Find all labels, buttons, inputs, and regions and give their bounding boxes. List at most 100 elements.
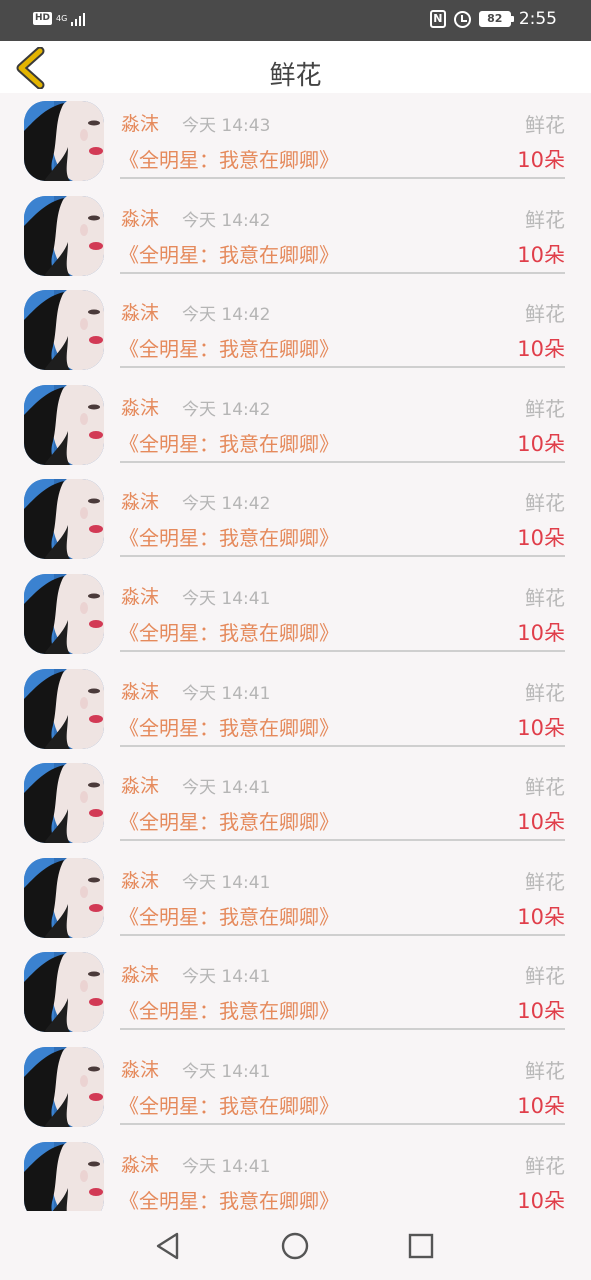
gift-type: 鲜花 bbox=[525, 1058, 565, 1083]
avatar[interactable] bbox=[24, 101, 104, 181]
page-title: 鲜花 bbox=[269, 61, 322, 91]
divider bbox=[120, 460, 565, 463]
sender-name[interactable]: 淼沫 bbox=[121, 582, 159, 609]
list-item[interactable]: 淼沫 今天 14:42 鲜花 《全明星：我意在卿卿》 10朵 bbox=[0, 471, 591, 566]
divider bbox=[120, 933, 565, 936]
gift-time: 今天 14:41 bbox=[182, 1156, 271, 1177]
nav-home-button[interactable] bbox=[280, 1231, 310, 1261]
list-item[interactable]: 淼沫 今天 14:41 鲜花 《全明星：我意在卿卿》 10朵 bbox=[0, 566, 591, 661]
home-circle-icon bbox=[281, 1232, 309, 1260]
alarm-icon bbox=[453, 10, 471, 28]
work-title-link[interactable]: 《全明星：我意在卿卿》 bbox=[119, 712, 339, 741]
status-time: 2:55 bbox=[518, 9, 557, 29]
gift-time: 今天 14:41 bbox=[182, 683, 271, 704]
work-title-link[interactable]: 《全明星：我意在卿卿》 bbox=[119, 333, 339, 362]
avatar[interactable] bbox=[24, 384, 104, 465]
avatar[interactable] bbox=[24, 952, 104, 1033]
gift-count: 10朵 bbox=[517, 1093, 565, 1118]
list-item[interactable]: 淼沫 今天 14:41 鲜花 《全明星：我意在卿卿》 10朵 bbox=[0, 661, 591, 756]
divider bbox=[120, 555, 565, 558]
gift-count: 10朵 bbox=[517, 431, 565, 456]
sender-name[interactable]: 淼沫 bbox=[121, 677, 159, 704]
status-bar: HD 4G N 82 2:55 bbox=[0, 0, 591, 41]
list-item[interactable]: 淼沫 今天 14:43 鲜花 《全明星：我意在卿卿》 10朵 bbox=[0, 93, 591, 188]
list-item[interactable]: 淼沫 今天 14:41 鲜花 《全明星：我意在卿卿》 10朵 bbox=[0, 755, 591, 850]
list-item[interactable]: 淼沫 今天 14:42 鲜花 《全明星：我意在卿卿》 10朵 bbox=[0, 377, 591, 472]
sender-name[interactable]: 淼沫 bbox=[121, 960, 159, 987]
avatar[interactable] bbox=[24, 668, 104, 749]
gift-type: 鲜花 bbox=[525, 964, 565, 989]
work-title-link[interactable]: 《全明星：我意在卿卿》 bbox=[119, 1185, 339, 1211]
divider bbox=[120, 744, 565, 747]
flower-record-list[interactable]: 淼沫 今天 14:43 鲜花 《全明星：我意在卿卿》 10朵 淼沫 今天 14:… bbox=[0, 93, 591, 1211]
gift-count: 10朵 bbox=[517, 715, 565, 740]
recents-square-icon bbox=[408, 1233, 434, 1259]
work-title-link[interactable]: 《全明星：我意在卿卿》 bbox=[119, 428, 339, 457]
list-item[interactable]: 淼沫 今天 14:41 鲜花 《全明星：我意在卿卿》 10朵 bbox=[0, 1039, 591, 1134]
work-title-link[interactable]: 《全明星：我意在卿卿》 bbox=[119, 995, 339, 1024]
avatar[interactable] bbox=[24, 763, 104, 844]
battery-icon: 82 bbox=[478, 11, 514, 27]
work-title-link[interactable]: 《全明星：我意在卿卿》 bbox=[119, 522, 339, 551]
gift-time: 今天 14:41 bbox=[182, 967, 271, 988]
list-item[interactable]: 淼沫 今天 14:41 鲜花 《全明星：我意在卿卿》 10朵 bbox=[0, 850, 591, 945]
work-title-link[interactable]: 《全明星：我意在卿卿》 bbox=[119, 239, 339, 268]
signal-icon bbox=[71, 11, 86, 26]
gift-type: 鲜花 bbox=[525, 869, 565, 894]
gift-time: 今天 14:42 bbox=[182, 399, 271, 420]
avatar[interactable] bbox=[24, 857, 104, 938]
sender-name[interactable]: 淼沫 bbox=[121, 109, 159, 136]
divider bbox=[120, 271, 565, 274]
back-triangle-icon bbox=[156, 1232, 179, 1260]
nav-recents-button[interactable] bbox=[406, 1231, 436, 1261]
avatar[interactable] bbox=[24, 1046, 104, 1127]
gift-type: 鲜花 bbox=[525, 1153, 565, 1178]
avatar[interactable] bbox=[24, 195, 104, 276]
gift-type: 鲜花 bbox=[525, 302, 565, 327]
hd-badge: HD bbox=[33, 12, 53, 25]
list-item[interactable]: 淼沫 今天 14:42 鲜花 《全明星：我意在卿卿》 10朵 bbox=[0, 282, 591, 377]
gift-count: 10朵 bbox=[517, 526, 565, 551]
gift-type: 鲜花 bbox=[525, 396, 565, 421]
divider bbox=[120, 649, 565, 652]
sender-name[interactable]: 淼沫 bbox=[121, 298, 159, 325]
work-title-link[interactable]: 《全明星：我意在卿卿》 bbox=[119, 806, 339, 835]
gift-time: 今天 14:41 bbox=[182, 1061, 271, 1082]
system-nav-bar bbox=[0, 1211, 591, 1280]
gift-time: 今天 14:42 bbox=[182, 210, 271, 231]
gift-count: 10朵 bbox=[517, 904, 565, 929]
avatar[interactable] bbox=[24, 1141, 104, 1211]
gift-time: 今天 14:42 bbox=[182, 494, 271, 515]
gift-time: 今天 14:42 bbox=[182, 305, 271, 326]
work-title-link[interactable]: 《全明星：我意在卿卿》 bbox=[119, 144, 339, 173]
list-item[interactable]: 淼沫 今天 14:41 鲜花 《全明星：我意在卿卿》 10朵 bbox=[0, 944, 591, 1039]
avatar[interactable] bbox=[24, 290, 104, 371]
gift-count: 10朵 bbox=[517, 1188, 565, 1211]
sender-name[interactable]: 淼沫 bbox=[121, 866, 159, 893]
work-title-link[interactable]: 《全明星：我意在卿卿》 bbox=[119, 1090, 339, 1119]
divider bbox=[120, 177, 565, 179]
nfc-icon: N bbox=[429, 10, 446, 28]
gift-type: 鲜花 bbox=[525, 680, 565, 705]
work-title-link[interactable]: 《全明星：我意在卿卿》 bbox=[119, 901, 339, 930]
sender-name[interactable]: 淼沫 bbox=[121, 393, 159, 420]
work-title-link[interactable]: 《全明星：我意在卿卿》 bbox=[119, 617, 339, 646]
app-header: 鲜花 bbox=[0, 41, 591, 93]
status-right: N 82 2:55 bbox=[429, 9, 557, 29]
gift-time: 今天 14:41 bbox=[182, 588, 271, 609]
avatar[interactable] bbox=[24, 479, 104, 560]
list-item[interactable]: 淼沫 今天 14:41 鲜花 《全明星：我意在卿卿》 10朵 bbox=[0, 1134, 591, 1211]
sender-name[interactable]: 淼沫 bbox=[121, 1150, 159, 1177]
divider bbox=[120, 366, 565, 369]
gift-count: 10朵 bbox=[517, 242, 565, 267]
avatar[interactable] bbox=[24, 573, 104, 654]
sender-name[interactable]: 淼沫 bbox=[121, 1055, 159, 1082]
sender-name[interactable]: 淼沫 bbox=[121, 487, 159, 514]
gift-type: 鲜花 bbox=[525, 113, 565, 137]
gift-count: 10朵 bbox=[517, 337, 565, 362]
gift-type: 鲜花 bbox=[525, 775, 565, 800]
sender-name[interactable]: 淼沫 bbox=[121, 771, 159, 798]
list-item[interactable]: 淼沫 今天 14:42 鲜花 《全明星：我意在卿卿》 10朵 bbox=[0, 188, 591, 283]
sender-name[interactable]: 淼沫 bbox=[121, 204, 159, 231]
nav-back-button[interactable] bbox=[153, 1231, 183, 1261]
